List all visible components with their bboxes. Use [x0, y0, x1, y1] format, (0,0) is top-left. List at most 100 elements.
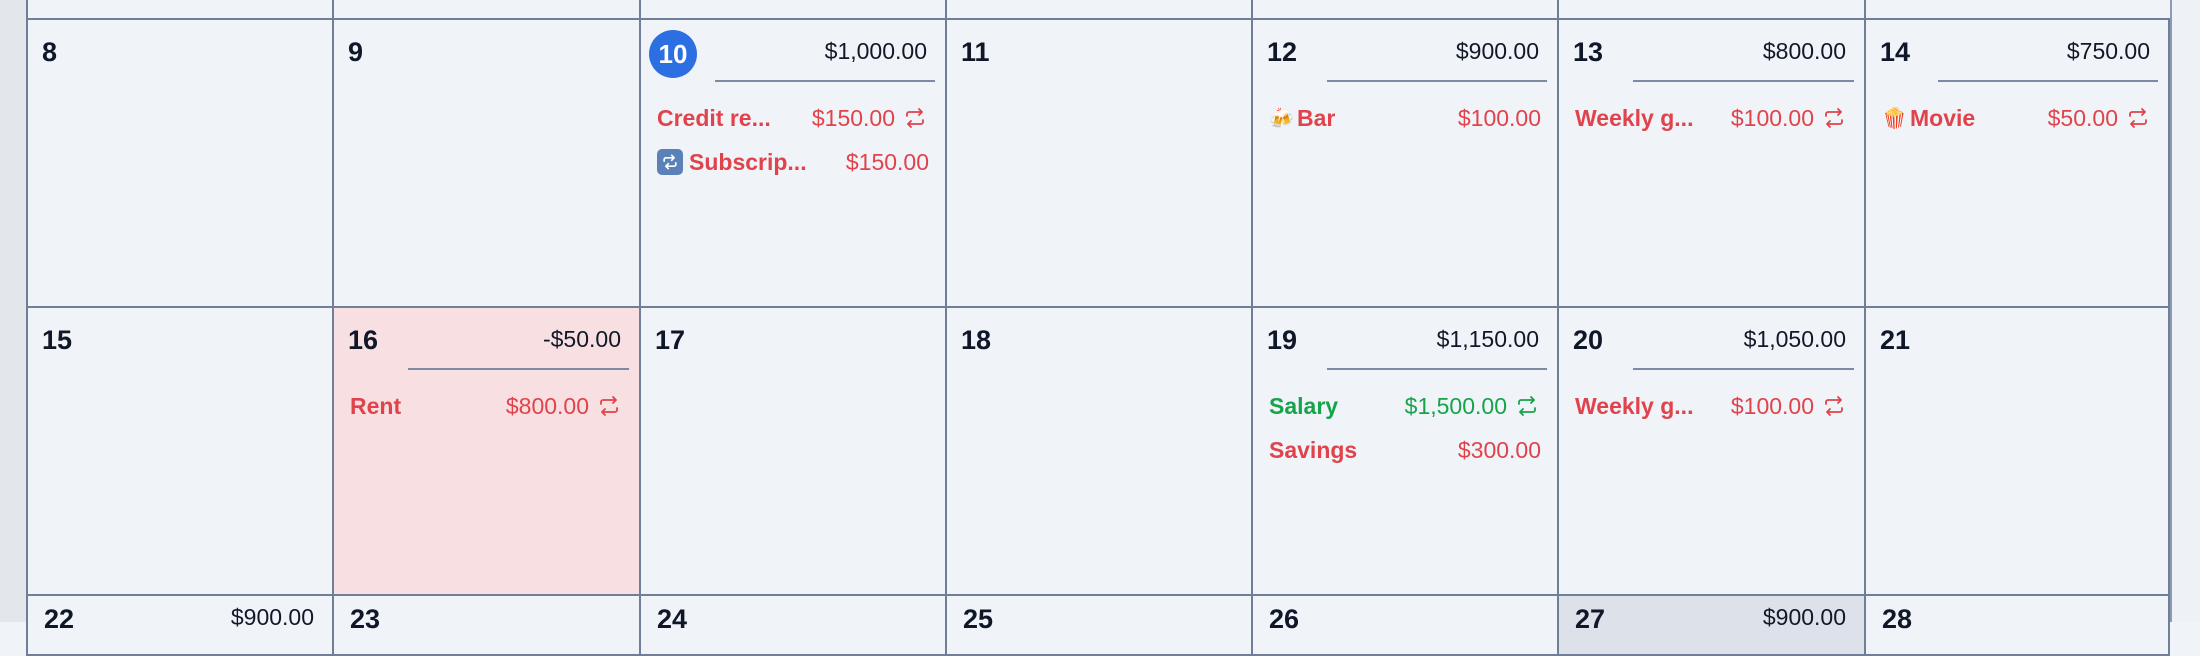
day-number: 27 — [1575, 604, 1606, 634]
day-cell[interactable]: 16 -$50.00 Rent $800.00 — [332, 308, 639, 596]
event-list: Weekly g... $100.00 — [1575, 384, 1848, 428]
transaction-amount: $150.00 — [845, 148, 929, 175]
transaction-amount: $300.00 — [1457, 436, 1541, 463]
transaction-name: Weekly g... — [1575, 104, 1694, 131]
transaction-amount: $100.00 — [1730, 104, 1814, 131]
day-number: 12 — [1267, 37, 1298, 67]
day-cell[interactable]: 27 $900.00 — [1557, 596, 1864, 656]
day-cell[interactable]: 20 $1,050.00 Weekly g... $100.00 — [1557, 308, 1864, 596]
day-number: 28 — [1882, 604, 1913, 634]
week-1-cell-remnant — [26, 0, 332, 20]
day-number: 16 — [348, 325, 379, 355]
transaction-amount: $800.00 — [505, 392, 589, 419]
right-scroll-rail[interactable] — [2170, 0, 2200, 622]
day-cell[interactable]: 21 — [1864, 308, 2170, 596]
transaction-name: Credit re... — [657, 104, 771, 131]
transaction-amount: $150.00 — [811, 104, 895, 131]
transaction-name: Salary — [1269, 392, 1339, 419]
balance-divider — [408, 368, 629, 370]
day-cell[interactable]: 11 — [945, 20, 1251, 308]
repeat-icon — [600, 396, 618, 416]
day-balance: $900.00 — [230, 604, 314, 630]
day-balance: -$50.00 — [542, 326, 621, 352]
repeat-icon — [2129, 108, 2147, 128]
day-number: 20 — [1573, 325, 1604, 355]
day-balance: $1,000.00 — [824, 38, 927, 64]
day-number: 24 — [657, 604, 688, 634]
transaction-name: Savings — [1269, 436, 1358, 463]
week-1-cell-remnant — [639, 0, 945, 20]
day-cell[interactable]: 18 — [945, 308, 1251, 596]
event-list: 🍻 Bar $100.00 — [1269, 96, 1541, 140]
day-number: 23 — [350, 604, 381, 634]
day-cell[interactable]: 28 — [1864, 596, 2170, 656]
day-number: 19 — [1267, 325, 1298, 355]
day-balance: $1,050.00 — [1743, 326, 1846, 352]
day-cell[interactable]: 14 $750.00 🍿 Movie $50.00 — [1864, 20, 2170, 308]
balance-divider — [1938, 80, 2158, 82]
balance-divider — [715, 80, 935, 82]
day-cell[interactable]: 26 — [1251, 596, 1557, 656]
transaction-name: Movie — [1910, 104, 1976, 131]
subscription-icon — [657, 149, 683, 175]
calendar-month-grid: 8 9 10 $1,000.00 Credit re... $150.00 Subscrip… — [26, 0, 2170, 656]
day-cell[interactable]: 24 — [639, 596, 945, 656]
transaction-amount: $100.00 — [1457, 104, 1541, 131]
day-number: 25 — [963, 604, 994, 634]
event-list: Credit re... $150.00 Subscrip... $150.00 — [657, 96, 929, 184]
day-balance: $900.00 — [1455, 38, 1539, 64]
day-balance: $900.00 — [1762, 604, 1846, 630]
today-day-number: 10 — [649, 30, 697, 78]
popcorn-icon: 🍿 — [1882, 107, 1907, 130]
day-cell[interactable]: 12 $900.00 🍻 Bar $100.00 — [1251, 20, 1557, 308]
day-cell[interactable]: 8 — [26, 20, 332, 308]
day-cell[interactable]: 15 — [26, 308, 332, 596]
day-cell[interactable]: 17 — [639, 308, 945, 596]
transaction-name: Rent — [350, 392, 402, 419]
transaction-name: Weekly g... — [1575, 392, 1694, 419]
day-number: 13 — [1573, 37, 1604, 67]
transaction-name: Subscrip... — [689, 148, 807, 175]
day-number: 11 — [961, 37, 990, 67]
transaction-item[interactable]: 🍻 Bar $100.00 — [1269, 96, 1541, 140]
day-cell[interactable]: 25 — [945, 596, 1251, 656]
left-scroll-rail — [0, 0, 27, 622]
repeat-icon — [1518, 396, 1536, 416]
event-list: 🍿 Movie $50.00 — [1882, 96, 2152, 140]
transaction-item[interactable]: Subscrip... $150.00 — [657, 140, 929, 184]
balance-divider — [1327, 368, 1547, 370]
repeat-icon — [1825, 108, 1843, 128]
day-cell[interactable]: 22 $900.00 — [26, 596, 332, 656]
week-1-cell-remnant — [1251, 0, 1557, 20]
transaction-item[interactable]: Salary $1,500.00 — [1269, 384, 1541, 428]
balance-divider — [1327, 80, 1547, 82]
week-1-cell-remnant — [945, 0, 1251, 20]
week-1-cell-remnant — [332, 0, 639, 20]
day-balance: $1,150.00 — [1436, 326, 1539, 352]
transaction-item[interactable]: Credit re... $150.00 — [657, 96, 929, 140]
day-cell[interactable]: 10 $1,000.00 Credit re... $150.00 Subscrip..… — [639, 20, 945, 308]
transaction-name: Bar — [1297, 104, 1336, 131]
day-cell[interactable]: 9 — [332, 20, 639, 308]
day-number: 21 — [1880, 325, 1911, 355]
day-cell[interactable]: 19 $1,150.00 Salary $1,500.00 Savings $300.00 — [1251, 308, 1557, 596]
transaction-amount: $100.00 — [1730, 392, 1814, 419]
day-number: 14 — [1880, 37, 1911, 67]
transaction-item[interactable]: Weekly g... $100.00 — [1575, 384, 1848, 428]
transaction-item[interactable]: Weekly g... $100.00 — [1575, 96, 1848, 140]
balance-divider — [1633, 80, 1854, 82]
day-number: 26 — [1269, 604, 1300, 634]
day-balance: $750.00 — [2066, 38, 2150, 64]
transaction-item[interactable]: Savings $300.00 — [1269, 428, 1541, 472]
day-balance: $800.00 — [1762, 38, 1846, 64]
day-number: 8 — [42, 37, 58, 67]
transaction-item[interactable]: 🍿 Movie $50.00 — [1882, 96, 2152, 140]
day-cell[interactable]: 13 $800.00 Weekly g... $100.00 — [1557, 20, 1864, 308]
day-number: 17 — [655, 325, 686, 355]
day-cell[interactable]: 23 — [332, 596, 639, 656]
day-number: 22 — [44, 604, 75, 634]
repeat-icon — [1825, 396, 1843, 416]
week-1-cell-remnant — [1557, 0, 1864, 20]
transaction-item[interactable]: Rent $800.00 — [350, 384, 623, 428]
beer-icon: 🍻 — [1269, 107, 1294, 130]
